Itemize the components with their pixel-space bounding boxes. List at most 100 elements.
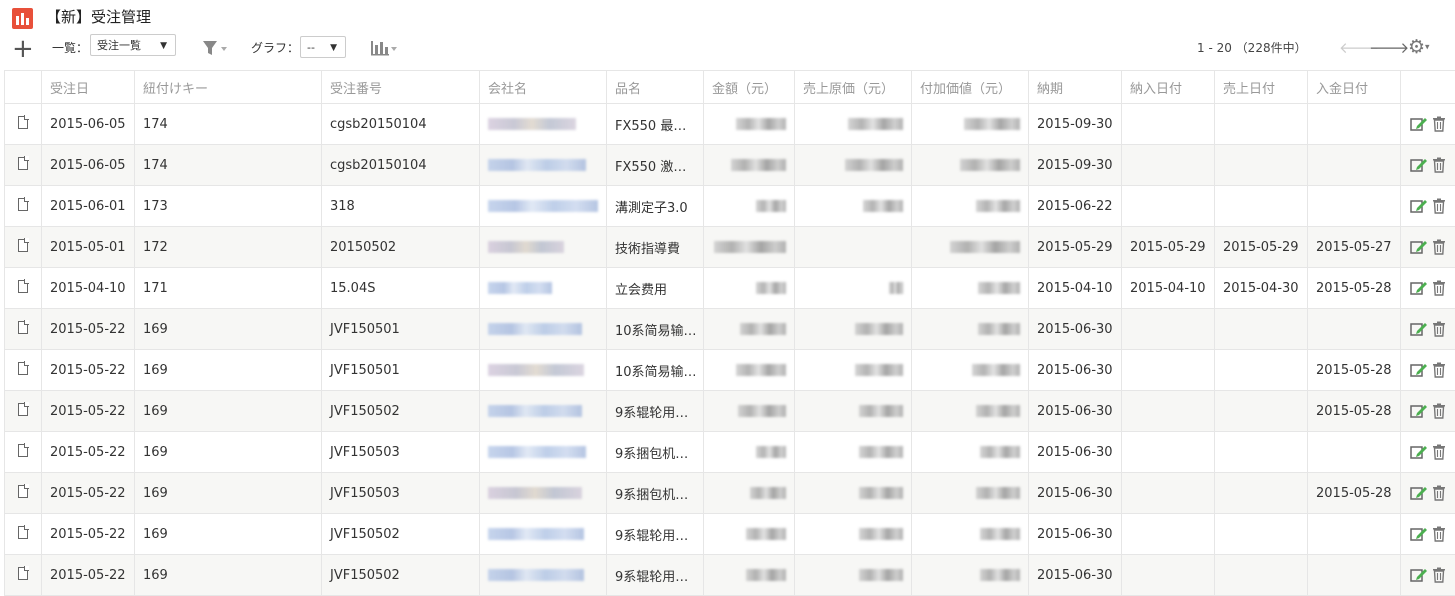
edit-icon[interactable] <box>1410 526 1428 542</box>
row-detail-cell[interactable] <box>5 555 42 596</box>
edit-icon[interactable] <box>1410 198 1428 214</box>
document-icon[interactable] <box>18 321 28 334</box>
cell-order-date: 2015-05-22 <box>42 350 135 391</box>
cell-sales-date <box>1215 473 1308 514</box>
redacted-company <box>488 323 582 335</box>
filter-icon[interactable] <box>202 39 228 57</box>
gear-icon[interactable]: ⚙▾ <box>1408 36 1430 58</box>
table-row[interactable]: 2015-05-22 169 JVF150501 10系简易输… 2015-06… <box>5 309 1455 350</box>
header-amount[interactable]: 金額（元） <box>704 71 795 104</box>
document-icon[interactable] <box>18 444 28 457</box>
edit-icon[interactable] <box>1410 239 1428 255</box>
edit-icon[interactable] <box>1410 116 1428 132</box>
cell-link-key: 169 <box>135 391 322 432</box>
table-row[interactable]: 2015-05-22 169 JVF150502 9系辊轮用… 2015-06-… <box>5 391 1455 432</box>
table-row[interactable]: 2015-05-01 172 20150502 技術指導費 2015-05-29… <box>5 227 1455 268</box>
header-product[interactable]: 品名 <box>607 71 704 104</box>
header-cost[interactable]: 売上原価（元） <box>795 71 912 104</box>
row-detail-cell[interactable] <box>5 432 42 473</box>
trash-icon[interactable] <box>1432 526 1446 542</box>
add-record-button[interactable]: + <box>12 36 34 62</box>
header-company[interactable]: 会社名 <box>480 71 607 104</box>
header-deadline[interactable]: 納期 <box>1029 71 1122 104</box>
edit-icon[interactable] <box>1410 444 1428 460</box>
document-icon[interactable] <box>18 198 28 211</box>
cell-order-date: 2015-05-01 <box>42 227 135 268</box>
list-view-select[interactable]: 受注一覧 ▼ <box>90 34 176 56</box>
row-detail-cell[interactable] <box>5 391 42 432</box>
redacted-amount <box>746 528 786 540</box>
table-row[interactable]: 2015-05-22 169 JVF150501 10系简易输… 2015-06… <box>5 350 1455 391</box>
trash-icon[interactable] <box>1432 567 1446 583</box>
row-actions <box>1401 227 1455 268</box>
row-detail-cell[interactable] <box>5 309 42 350</box>
row-detail-cell[interactable] <box>5 514 42 555</box>
graph-select[interactable]: -- ▼ <box>300 36 346 58</box>
document-icon[interactable] <box>18 567 28 580</box>
edit-icon[interactable] <box>1410 485 1428 501</box>
document-icon[interactable] <box>18 157 28 170</box>
cell-payment-date: 2015-05-28 <box>1308 473 1401 514</box>
table-row[interactable]: 2015-04-10 171 15.04S 立会费用 2015-04-10 20… <box>5 268 1455 309</box>
document-icon[interactable] <box>18 362 28 375</box>
chart-icon[interactable] <box>370 39 398 57</box>
document-icon[interactable] <box>18 403 28 416</box>
edit-icon[interactable] <box>1410 157 1428 173</box>
row-detail-cell[interactable] <box>5 268 42 309</box>
cell-cost <box>795 350 912 391</box>
trash-icon[interactable] <box>1432 157 1446 173</box>
document-icon[interactable] <box>18 116 28 129</box>
table-row[interactable]: 2015-05-22 169 JVF150502 9系辊轮用… 2015-06-… <box>5 514 1455 555</box>
arrow-right-icon[interactable]: 🡒 <box>1369 38 1409 57</box>
trash-icon[interactable] <box>1432 362 1446 378</box>
table-header-row: 受注日 紐付けキー 受注番号 会社名 品名 金額（元） 売上原価（元） 付加価値… <box>5 71 1455 104</box>
row-detail-cell[interactable] <box>5 473 42 514</box>
cell-sales-date <box>1215 350 1308 391</box>
trash-icon[interactable] <box>1432 116 1446 132</box>
cell-sales-date <box>1215 186 1308 227</box>
trash-icon[interactable] <box>1432 239 1446 255</box>
table-row[interactable]: 2015-05-22 169 JVF150503 9系捆包机… 2015-06-… <box>5 432 1455 473</box>
redacted-value-added <box>978 282 1020 294</box>
trash-icon[interactable] <box>1432 485 1446 501</box>
row-detail-cell[interactable] <box>5 350 42 391</box>
cell-order-date: 2015-05-22 <box>42 391 135 432</box>
header-sales-date[interactable]: 売上日付 <box>1215 71 1308 104</box>
header-payment-date[interactable]: 入金日付 <box>1308 71 1401 104</box>
table-row[interactable]: 2015-06-05 174 cgsb20150104 FX550 最… 201… <box>5 104 1455 145</box>
trash-icon[interactable] <box>1432 280 1446 296</box>
redacted-cost <box>863 200 903 212</box>
document-icon[interactable] <box>18 485 28 498</box>
document-icon[interactable] <box>18 280 28 293</box>
table-row[interactable]: 2015-05-22 169 JVF150503 9系捆包机… 2015-06-… <box>5 473 1455 514</box>
page-title: 【新】受注管理 <box>46 6 151 27</box>
cell-link-key: 172 <box>135 227 322 268</box>
cell-amount <box>704 227 795 268</box>
redacted-value-added <box>976 487 1020 499</box>
trash-icon[interactable] <box>1432 198 1446 214</box>
table-row[interactable]: 2015-06-05 174 cgsb20150104 FX550 激… 201… <box>5 145 1455 186</box>
document-icon[interactable] <box>18 526 28 539</box>
trash-icon[interactable] <box>1432 321 1446 337</box>
row-detail-cell[interactable] <box>5 145 42 186</box>
row-detail-cell[interactable] <box>5 186 42 227</box>
header-value-added[interactable]: 付加価値（元） <box>912 71 1029 104</box>
edit-icon[interactable] <box>1410 280 1428 296</box>
edit-icon[interactable] <box>1410 321 1428 337</box>
table-row[interactable]: 2015-06-01 173 318 溝測定子3.0 2015-06-22 <box>5 186 1455 227</box>
edit-icon[interactable] <box>1410 362 1428 378</box>
header-link-key[interactable]: 紐付けキー <box>135 71 322 104</box>
row-detail-cell[interactable] <box>5 104 42 145</box>
header-order-number[interactable]: 受注番号 <box>322 71 480 104</box>
document-icon[interactable] <box>18 239 28 252</box>
header-delivery-date[interactable]: 納入日付 <box>1122 71 1215 104</box>
trash-icon[interactable] <box>1432 403 1446 419</box>
cell-company <box>480 514 607 555</box>
row-detail-cell[interactable] <box>5 227 42 268</box>
trash-icon[interactable] <box>1432 444 1446 460</box>
edit-icon[interactable] <box>1410 403 1428 419</box>
header-order-date[interactable]: 受注日 <box>42 71 135 104</box>
edit-icon[interactable] <box>1410 567 1428 583</box>
table-row[interactable]: 2015-05-22 169 JVF150502 9系辊轮用… 2015-06-… <box>5 555 1455 596</box>
cell-order-number: JVF150503 <box>322 432 480 473</box>
